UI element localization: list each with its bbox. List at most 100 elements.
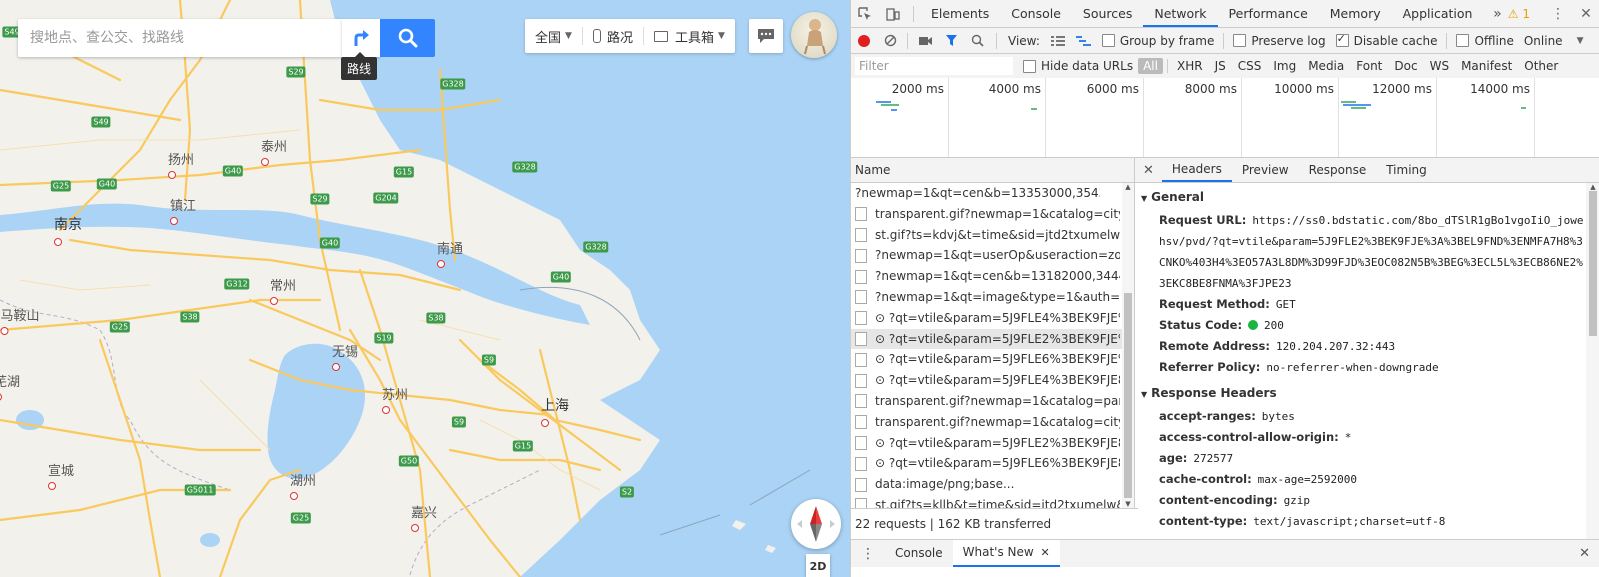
tab-memory[interactable]: Memory [1319,0,1392,27]
tab-timing[interactable]: Timing [1376,158,1437,182]
close-icon[interactable]: ✕ [1572,0,1599,27]
search-button[interactable] [380,19,435,57]
drawer-tab-console[interactable]: Console [885,540,953,567]
city-label-wuhu[interactable]: 芜湖 [0,371,20,405]
filter-type-all[interactable]: All [1138,58,1163,74]
city-label-huzhou[interactable]: 湖州 [289,470,316,504]
request-row-selected[interactable]: ⊙ ?qt=vtile&param=5J9FLE2%3BEK9FJE%3A%3 [851,328,1134,350]
filter-funnel-icon[interactable] [938,28,964,53]
compass-control[interactable] [791,499,841,549]
kebab-menu-icon[interactable]: ⋮ [1544,0,1572,27]
request-row[interactable]: ⊙ ?qt=vtile&param=5J9FLE4%3BEK9FJE%3A%3 [851,308,1134,329]
scrollbar-thumb[interactable] [1124,293,1132,498]
tab-headers[interactable]: Headers [1161,158,1232,182]
request-row[interactable]: ?newmap=1&qt=userOp&useraction=zoom&a [851,245,1134,266]
request-row[interactable]: transparent.gif?newmap=1&catalog=city-vi… [851,204,1134,225]
waterfall-overview-icon[interactable] [1071,28,1097,53]
toolbox-button[interactable]: 工具箱 ▼ [644,19,735,53]
close-icon[interactable]: ✕ [1135,163,1162,178]
city-label-jiaxing[interactable]: 嘉兴 [410,502,437,536]
preserve-log-option[interactable]: Preserve log [1233,34,1326,48]
detail-scrollbar[interactable]: ▲ [1586,183,1599,539]
request-row[interactable]: st.gif?ts=kdvj&t=time&sid=jtd2txumelw&dv… [851,225,1134,246]
filter-type-ws[interactable]: WS [1425,58,1454,74]
filter-type-doc[interactable]: Doc [1389,58,1422,74]
request-row[interactable]: st.gif?ts=kllb&t=time&sid=jtd2txumelw&dv… [851,495,1134,508]
request-list-scrollbar[interactable]: ▲ ▼ [1122,183,1134,508]
request-row[interactable]: ⊙ ?qt=vtile&param=5J9FLE2%3BEK9FJE8%3BEI [851,433,1134,454]
request-row[interactable]: ⊙ ?qt=vtile&param=5J9FLE6%3BEK9FJE8%3BEI [851,453,1134,474]
warning-badge[interactable]: ⚠ 1 [1508,7,1530,21]
name-column-header[interactable]: Name [851,158,1134,183]
city-label-nanjing[interactable]: 南京 [54,214,82,250]
general-section-header[interactable]: ▼ General [1141,190,1586,204]
city-label-taizhou[interactable]: 泰州 [260,136,287,170]
traffic-button[interactable]: 路况 [583,19,643,53]
tab-sources[interactable]: Sources [1072,0,1143,27]
close-icon[interactable]: ✕ [1579,546,1590,561]
search-input[interactable] [28,19,332,57]
drawer-tab-whats-new[interactable]: What's New ✕ [952,540,1060,567]
filter-input[interactable] [855,57,1013,75]
scroll-up-icon[interactable]: ▲ [1122,183,1134,191]
clear-icon[interactable] [877,28,903,53]
request-row[interactable]: ?newmap=1&qt=image&type=1&auth=MNby [851,287,1134,308]
filter-type-font[interactable]: Font [1351,58,1387,74]
region-selector[interactable]: 全国 ▼ [525,19,582,53]
screenshot-camera-icon[interactable] [912,28,938,53]
response-headers-section-header[interactable]: ▼ Response Headers [1141,386,1586,400]
scrollbar-thumb[interactable] [1589,191,1597,336]
tab-network[interactable]: Network [1143,0,1218,27]
hide-data-urls-option[interactable]: Hide data URLs [1023,59,1133,73]
kebab-menu-icon[interactable]: ⋮ [851,546,885,562]
inspect-element-icon[interactable] [851,0,879,27]
filter-type-img[interactable]: Img [1268,58,1301,74]
filter-type-css[interactable]: CSS [1233,58,1267,74]
request-row[interactable]: ?newmap=1&qt=cen&b=13182000,3444000;13 [851,266,1134,287]
close-icon[interactable]: ✕ [1041,546,1050,559]
user-avatar[interactable] [791,12,837,58]
request-method-row: Request Method: GET [1141,294,1586,315]
city-label-nantong[interactable]: 南通 [436,238,463,272]
filter-type-xhr[interactable]: XHR [1172,58,1208,74]
tab-preview[interactable]: Preview [1232,158,1299,182]
map-view[interactable]: 南京 扬州 泰州 镇江 南通 常州 无锡 苏州 上海 湖州 嘉兴 宣城 马鞍山 … [0,0,850,577]
city-label-wuxi[interactable]: 无锡 [331,341,358,375]
view-mode-toggle[interactable]: 2D [806,554,830,577]
city-label-shanghai[interactable]: 上海 [541,395,569,431]
scroll-up-icon[interactable]: ▲ [1586,183,1599,191]
tab-application[interactable]: Application [1392,0,1484,27]
request-row[interactable]: ?newmap=1&qt=cen&b=13353000,3543000;13 [851,183,1134,204]
group-by-frame-option[interactable]: Group by frame [1101,34,1214,48]
scroll-down-icon[interactable]: ▼ [1122,500,1134,508]
tab-response[interactable]: Response [1299,158,1377,182]
tab-console[interactable]: Console [1000,0,1072,27]
device-toolbar-icon[interactable] [879,0,907,27]
map-canvas[interactable] [0,0,850,577]
request-row[interactable]: transparent.gif?newmap=1&catalog=city-vi… [851,412,1134,433]
tab-elements[interactable]: Elements [920,0,1000,27]
request-row[interactable]: ⊙ ?qt=vtile&param=5J9FLE4%3BEK9FJE8%3BEI [851,370,1134,391]
request-row[interactable]: transparent.gif?newmap=1&catalog=pano-ci… [851,391,1134,412]
message-button[interactable] [749,19,783,53]
large-rows-icon[interactable] [1045,28,1071,53]
city-label-changzhou[interactable]: 常州 [269,275,296,309]
city-label-xuancheng[interactable]: 宣城 [47,460,74,494]
filter-type-media[interactable]: Media [1303,58,1349,74]
throttling-select[interactable]: Online ▼ [1524,34,1584,48]
record-icon[interactable] [851,28,877,53]
network-overview-timeline[interactable]: 2000 ms 4000 ms 6000 ms 8000 ms 10000 ms… [851,78,1599,158]
disable-cache-option[interactable]: Disable cache [1335,32,1437,48]
filter-type-other[interactable]: Other [1519,58,1563,74]
city-label-suzhou[interactable]: 苏州 [381,384,408,418]
offline-option[interactable]: Offline [1456,34,1514,48]
request-row[interactable]: ⊙ ?qt=vtile&param=5J9FLE6%3BEK9FJE%3A%3 [851,349,1134,370]
request-row[interactable]: data:image/png;base... [851,474,1134,495]
city-label-maanshan[interactable]: 马鞍山 [0,305,40,339]
search-icon[interactable] [964,28,990,53]
city-label-yangzhou[interactable]: 扬州 [167,149,194,183]
tab-performance[interactable]: Performance [1218,0,1319,27]
filter-type-js[interactable]: JS [1210,58,1231,74]
city-label-zhenjiang[interactable]: 镇江 [169,195,196,229]
filter-type-manifest[interactable]: Manifest [1456,58,1517,74]
